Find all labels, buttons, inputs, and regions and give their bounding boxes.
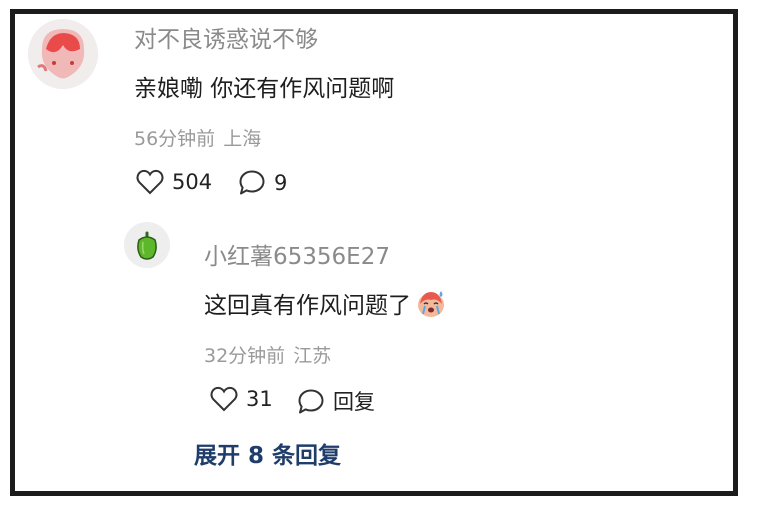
reply-avatar[interactable] xyxy=(124,222,170,268)
comment-time: 56分钟前 xyxy=(134,128,216,150)
reply-like-count: 31 xyxy=(246,387,273,411)
comment-meta: 56分钟前 上海 xyxy=(134,124,269,151)
comment-location: 上海 xyxy=(223,128,262,150)
reply-meta: 32分钟前 江苏 xyxy=(204,341,339,368)
reply-like-button[interactable]: 31 xyxy=(210,386,273,412)
reply-text: 这回真有作风问题了 xyxy=(204,293,411,319)
reply-reply-label: 回复 xyxy=(333,390,375,414)
expand-replies-link[interactable]: 展开 8 条回复 xyxy=(194,436,341,470)
crying-face-icon xyxy=(418,291,444,317)
green-pepper-icon xyxy=(124,222,170,268)
avatar-strawberry-icon xyxy=(28,19,98,89)
reply-username[interactable]: 小红薯65356E27 xyxy=(204,237,390,271)
comment-text: 亲娘嘞 你还有作风问题啊 xyxy=(134,76,395,102)
speech-bubble-icon xyxy=(239,170,265,195)
reply-count: 9 xyxy=(274,170,288,195)
heart-icon xyxy=(136,169,164,195)
reply-time: 32分钟前 xyxy=(204,345,286,367)
speech-bubble-icon xyxy=(298,389,324,413)
like-count: 504 xyxy=(172,170,213,194)
comment-username[interactable]: 对不良诱惑说不够 xyxy=(134,20,318,54)
reply-content: 这回真有作风问题了 xyxy=(204,286,447,320)
like-button[interactable]: 504 xyxy=(136,169,212,195)
reply-reply-button[interactable]: 回复 xyxy=(297,386,375,416)
user-avatar[interactable] xyxy=(28,19,98,89)
heart-icon xyxy=(210,386,238,412)
reply-button[interactable]: 9 xyxy=(238,169,287,196)
reply-location: 江苏 xyxy=(293,345,332,367)
